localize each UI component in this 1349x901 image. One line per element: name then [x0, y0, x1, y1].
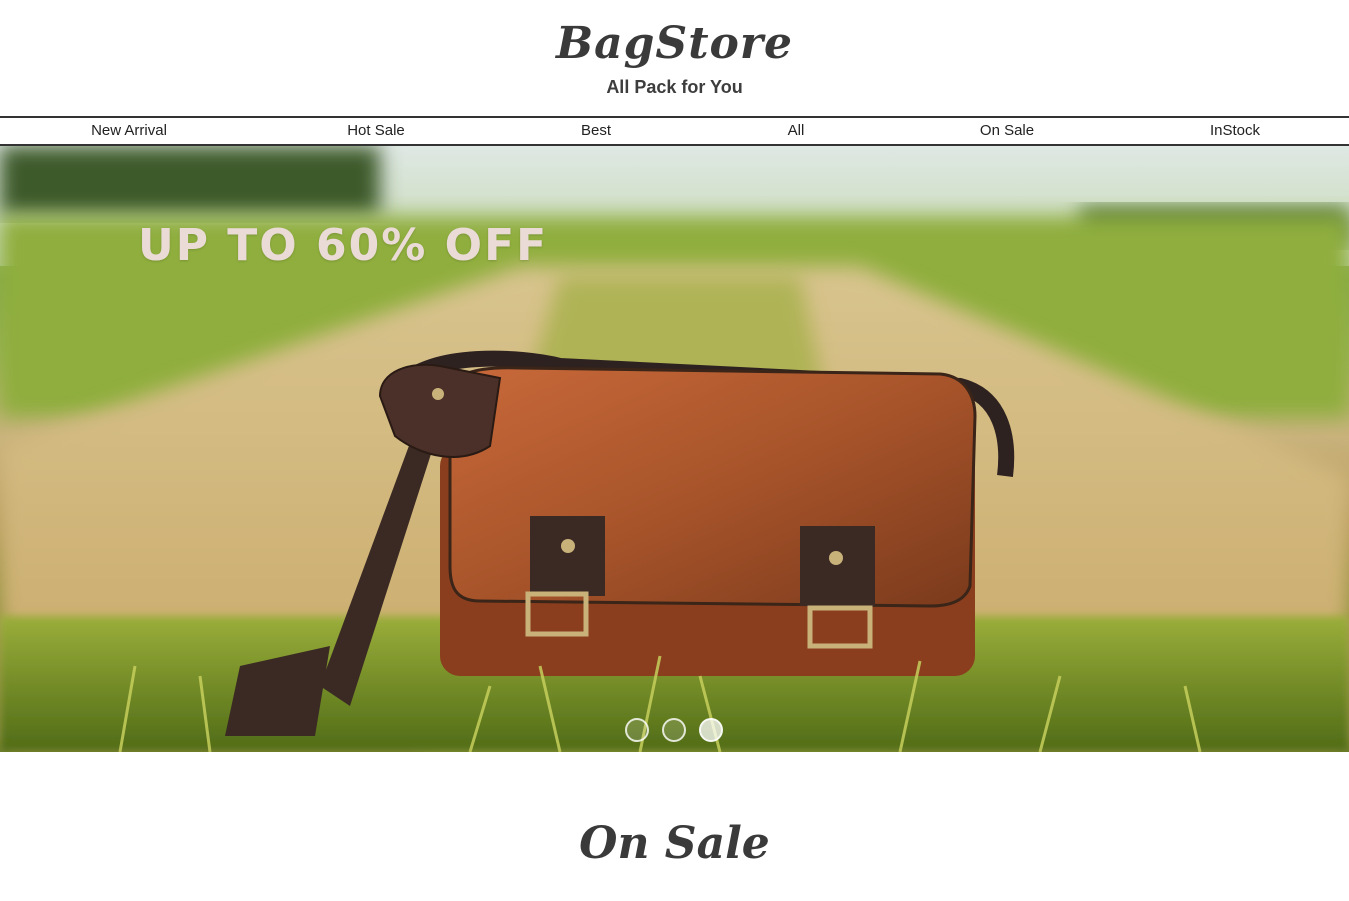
hero-carousel[interactable]: UP TO 60% OFF [0, 146, 1349, 752]
nav-item-on-sale[interactable]: On Sale [980, 122, 1034, 139]
carousel-dot-3[interactable] [699, 718, 723, 742]
section-title-on-sale: On Sale [579, 818, 770, 869]
nav-item-best[interactable]: Best [581, 122, 611, 139]
main-nav: New Arrival Hot Sale Best All On Sale In… [0, 116, 1349, 146]
nav-item-new-arrival[interactable]: New Arrival [91, 122, 167, 139]
brand-logo[interactable]: BagStore [0, 18, 1349, 69]
carousel-dot-2[interactable] [662, 718, 686, 742]
carousel-dot-1[interactable] [625, 718, 649, 742]
site-header: BagStore All Pack for You [0, 0, 1349, 117]
nav-item-instock[interactable]: InStock [1210, 122, 1260, 139]
nav-item-all[interactable]: All [788, 122, 805, 139]
nav-item-hot-sale[interactable]: Hot Sale [347, 122, 405, 139]
carousel-indicators [625, 718, 723, 742]
promo-headline: UP TO 60% OFF [138, 220, 549, 271]
brand-tagline: All Pack for You [606, 77, 743, 97]
